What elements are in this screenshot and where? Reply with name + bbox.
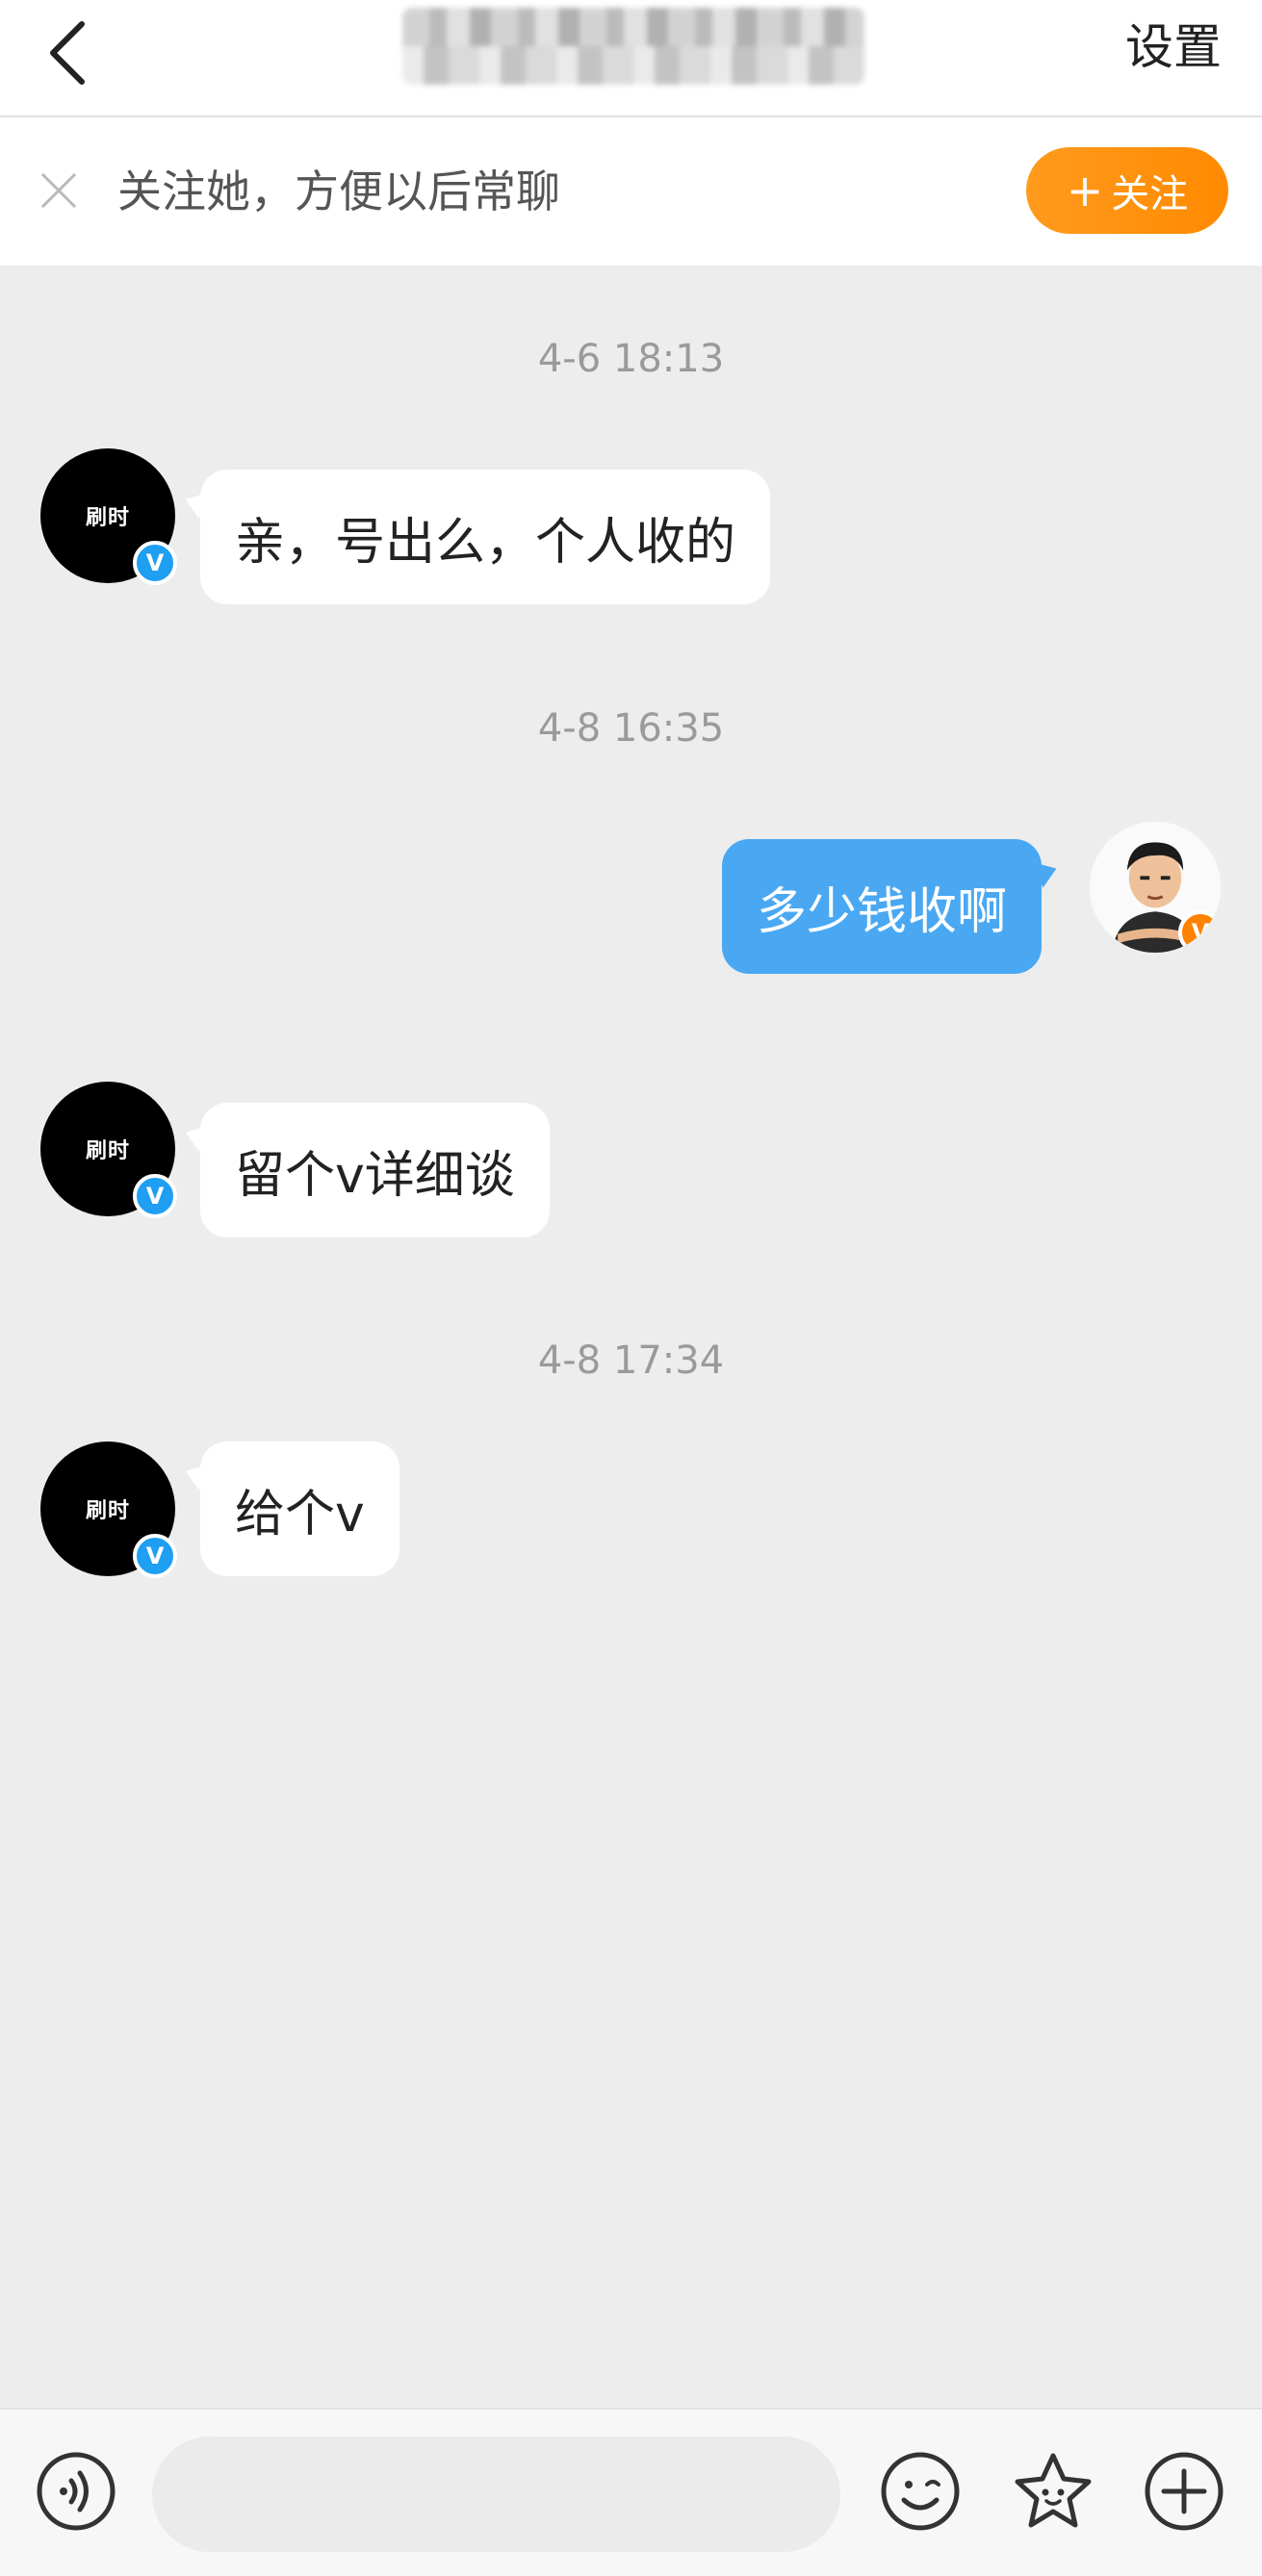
contact-avatar[interactable]: 刷时 V — [40, 448, 177, 585]
chat-title-blurred — [402, 8, 864, 85]
plus-icon: + — [1066, 165, 1104, 217]
contact-avatar[interactable]: 刷时 V — [40, 1441, 177, 1578]
contact-avatar[interactable]: 刷时 V — [40, 1082, 177, 1218]
message-text: 多少钱收啊 — [757, 882, 1008, 941]
verified-badge-icon: V — [133, 1174, 177, 1218]
verified-badge-icon: V — [133, 1534, 177, 1578]
follow-button[interactable]: + 关注 — [1026, 147, 1228, 234]
message-timestamp: 4-8 17:34 — [537, 1339, 725, 1383]
avatar-label: 刷时 — [85, 1139, 130, 1163]
message-input[interactable] — [152, 2436, 840, 2552]
message-text: 给个v — [235, 1485, 365, 1543]
message-text: 留个v详细谈 — [235, 1146, 515, 1205]
back-button[interactable] — [39, 10, 96, 96]
message-text: 亲，号出么，个人收的 — [235, 513, 736, 572]
message-bubble-received[interactable]: 留个v详细谈 — [200, 1103, 550, 1237]
follow-button-label: 关注 — [1111, 172, 1189, 217]
avatar-label: 刷时 — [85, 506, 130, 530]
follow-suggestion-bar: 关注她，方便以后常聊 + 关注 — [0, 117, 1262, 266]
avatar-label: 刷时 — [85, 1499, 130, 1523]
sticker-icon[interactable] — [1012, 2450, 1095, 2533]
top-bar: 设置 — [0, 0, 1262, 117]
message-timestamp: 4-8 16:35 — [537, 706, 725, 751]
close-icon[interactable] — [37, 168, 81, 213]
my-avatar[interactable]: V — [1088, 820, 1223, 955]
message-bubble-received[interactable]: 给个v — [200, 1441, 399, 1576]
message-timestamp: 4-6 18:13 — [537, 337, 725, 381]
verified-badge-icon: V — [133, 541, 177, 585]
settings-button[interactable]: 设置 — [1125, 13, 1222, 81]
verified-badge-icon: V — [1178, 910, 1221, 953]
add-icon[interactable] — [1143, 2450, 1225, 2533]
message-bubble-received[interactable]: 亲，号出么，个人收的 — [200, 470, 771, 604]
voice-icon[interactable] — [35, 2450, 117, 2533]
chevron-left-icon — [50, 21, 85, 85]
emoji-icon[interactable] — [879, 2450, 962, 2533]
follow-prompt-text: 关注她，方便以后常聊 — [117, 166, 560, 217]
message-bubble-sent[interactable]: 多少钱收啊 — [722, 839, 1043, 974]
input-bar — [0, 2408, 1262, 2576]
